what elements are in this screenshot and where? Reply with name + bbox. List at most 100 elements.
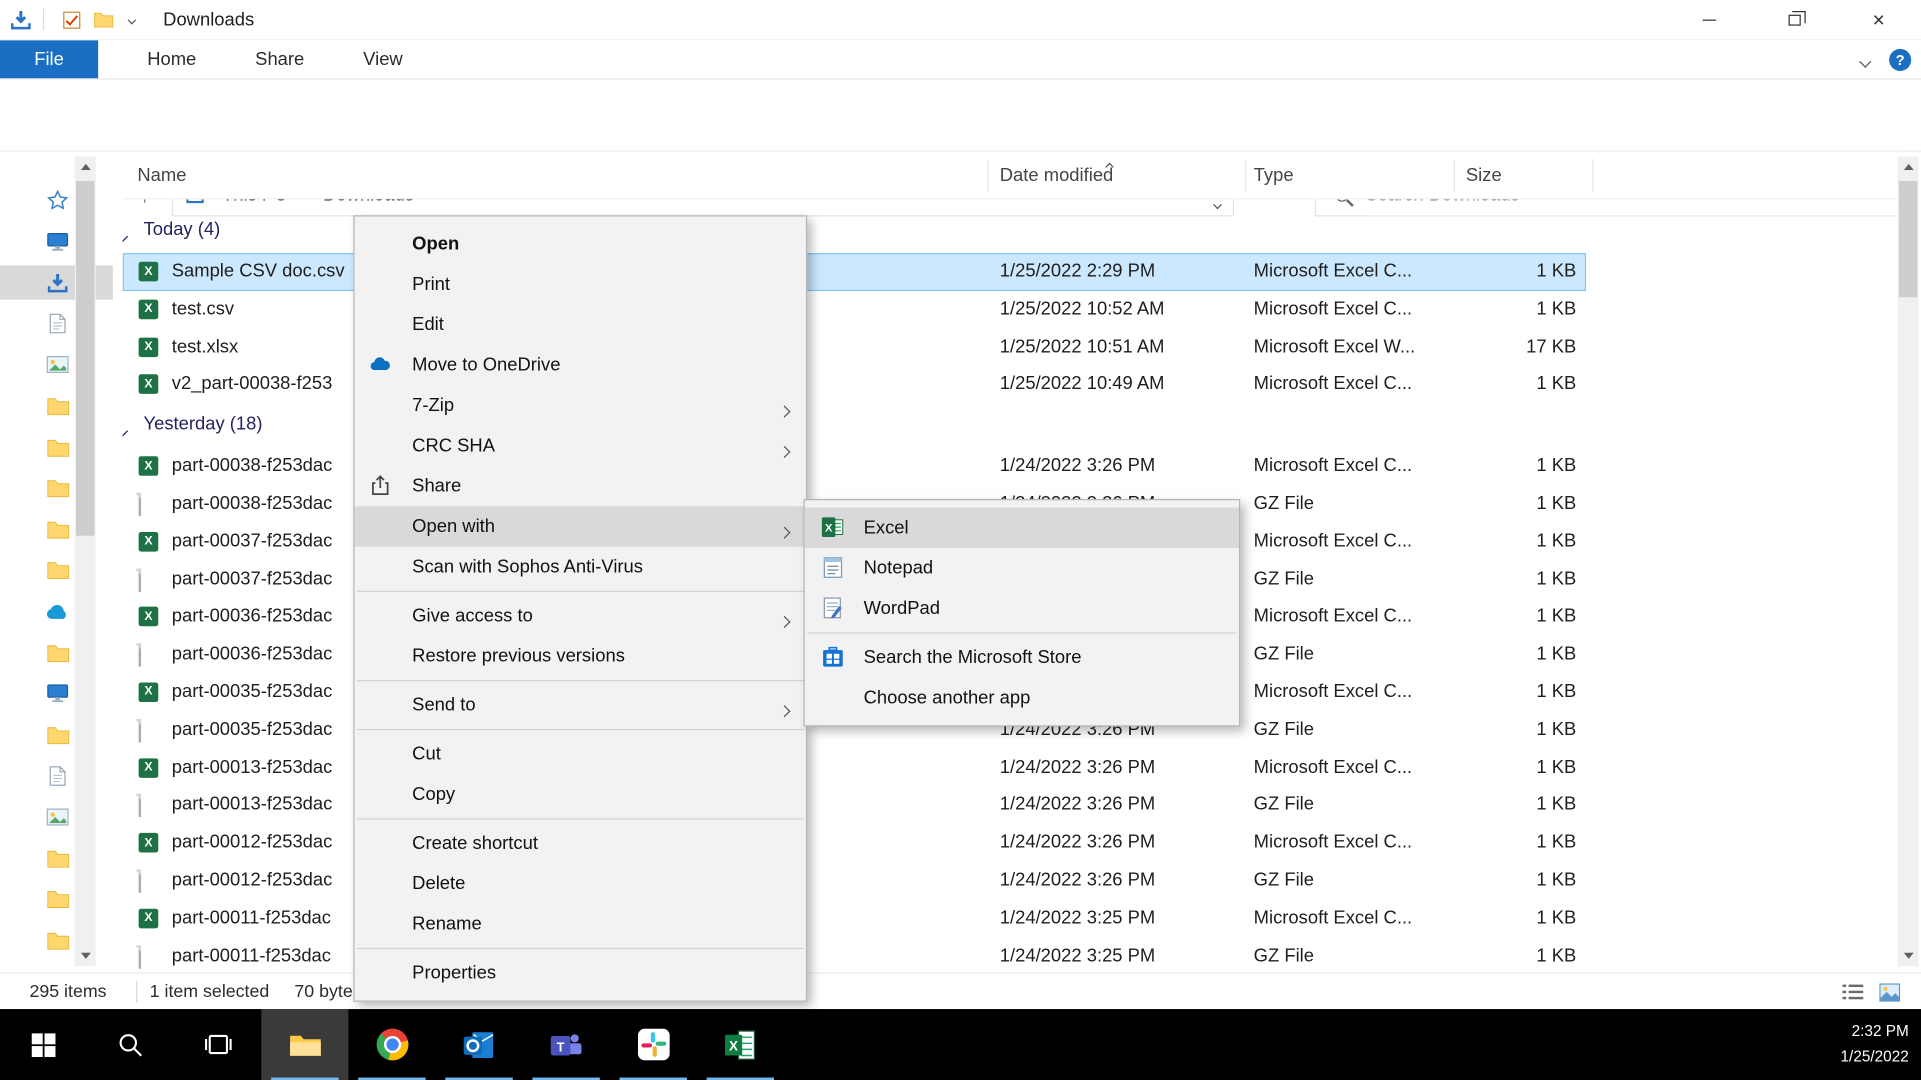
file-list-scrollbar[interactable] (1898, 157, 1919, 967)
navigation-pane-scrollbar[interactable] (75, 157, 96, 967)
column-header-size[interactable]: Size (1466, 165, 1502, 186)
file-row[interactable]: part-00011-f253dac1/24/2022 3:25 PMMicro… (123, 900, 1586, 938)
file-row[interactable]: part-00013-f253dac1/24/2022 3:26 PMGZ Fi… (123, 787, 1586, 825)
taskbar-start-button[interactable] (0, 1009, 87, 1080)
sidebar-item-downloads[interactable] (0, 266, 113, 300)
file-row[interactable]: part-00012-f253dac1/24/2022 3:26 PMMicro… (123, 825, 1586, 863)
column-divider[interactable] (987, 159, 988, 192)
menu-item-share[interactable]: Share (355, 466, 806, 506)
scrollbar-thumb[interactable] (1899, 181, 1917, 297)
group-header[interactable]: Yesterday (18) (123, 404, 1586, 448)
menu-item-edit[interactable]: Edit (355, 305, 806, 345)
column-divider[interactable] (1245, 159, 1246, 192)
taskbar-chrome-button[interactable] (348, 1009, 435, 1080)
sidebar-item-picture[interactable] (0, 800, 113, 834)
sidebar-item-star[interactable] (0, 183, 113, 217)
sidebar-item-cloud[interactable] (0, 594, 113, 628)
sidebar-item-document[interactable] (0, 759, 113, 793)
taskbar-slack-button[interactable] (610, 1009, 697, 1080)
menu-item-open[interactable]: Open (355, 224, 806, 264)
help-icon[interactable]: ? (1889, 49, 1911, 71)
sidebar-item-folder[interactable] (0, 471, 113, 505)
sidebar-item-folder[interactable] (0, 636, 113, 670)
ribbon-tab-bar: File Home Share View ? (0, 40, 1921, 79)
qat-new-folder-icon[interactable] (87, 4, 119, 36)
taskbar-clock[interactable]: 2:32 PM 1/25/2022 (1841, 1019, 1909, 1069)
group-header[interactable]: Today (4) (123, 209, 1586, 253)
menu-item-search-the-microsoft-store[interactable]: Search the Microsoft Store (805, 637, 1239, 677)
scrollbar-thumb[interactable] (76, 181, 94, 536)
menu-item-give-access-to[interactable]: Give access to (355, 596, 806, 636)
menu-item-properties[interactable]: Properties (355, 953, 806, 993)
tab-view[interactable]: View (334, 40, 432, 78)
column-header-name[interactable]: Name (137, 165, 186, 186)
sidebar-item-folder[interactable] (0, 841, 113, 875)
column-divider[interactable] (1454, 159, 1455, 192)
close-button[interactable]: × (1836, 0, 1921, 40)
file-row[interactable]: Sample CSV doc.csv1/25/2022 2:29 PMMicro… (123, 253, 1586, 291)
sidebar-item-monitor[interactable] (0, 225, 113, 259)
taskbar-file-explorer-button[interactable] (261, 1009, 348, 1080)
menu-item-open-with[interactable]: Open with (355, 506, 806, 546)
file-row[interactable]: part-00038-f253dac1/24/2022 3:26 PMMicro… (123, 448, 1586, 486)
maximize-button[interactable] (1752, 0, 1837, 40)
scroll-up-icon[interactable] (75, 157, 96, 178)
taskbar-search-button[interactable] (87, 1009, 174, 1080)
menu-item-create-shortcut[interactable]: Create shortcut (355, 823, 806, 863)
file-explorer-icon (286, 1029, 323, 1060)
taskbar-excel-button[interactable]: X (697, 1009, 784, 1080)
file-row[interactable]: part-00013-f253dac1/24/2022 3:26 PMMicro… (123, 749, 1586, 787)
taskbar-task-view-button[interactable] (174, 1009, 261, 1080)
taskbar-teams-button[interactable]: T (523, 1009, 610, 1080)
file-row[interactable]: test.csv1/25/2022 10:52 AMMicrosoft Exce… (123, 291, 1586, 329)
minimize-button[interactable] (1667, 0, 1752, 40)
column-header-date-modified[interactable]: Date modified (1000, 165, 1114, 186)
sidebar-item-document[interactable] (0, 307, 113, 341)
tab-home[interactable]: Home (118, 40, 226, 78)
file-row[interactable]: test.xlsx1/25/2022 10:51 AMMicrosoft Exc… (123, 329, 1586, 367)
menu-item-print[interactable]: Print (355, 264, 806, 304)
sidebar-item-monitor[interactable] (0, 677, 113, 711)
qat-dropdown-chevron-icon[interactable] (119, 17, 144, 23)
chevron-down-icon[interactable] (123, 420, 127, 441)
column-divider[interactable] (1592, 159, 1593, 192)
menu-item-copy[interactable]: Copy (355, 774, 806, 814)
tab-share[interactable]: Share (226, 40, 334, 78)
taskbar-outlook-button[interactable] (435, 1009, 522, 1080)
file-row[interactable]: part-00012-f253dac1/24/2022 3:26 PMGZ Fi… (123, 862, 1586, 900)
sidebar-item-folder[interactable] (0, 718, 113, 752)
details-view-button[interactable] (1840, 980, 1865, 1004)
clock-time: 2:32 PM (1841, 1019, 1909, 1044)
sidebar-item-folder[interactable] (0, 389, 113, 423)
sidebar-item-folder[interactable] (0, 923, 113, 957)
menu-item-crc-sha[interactable]: CRC SHA (355, 426, 806, 466)
sidebar-item-folder[interactable] (0, 512, 113, 546)
scroll-up-icon[interactable] (1898, 157, 1919, 178)
chevron-down-icon[interactable] (123, 225, 127, 246)
menu-item-notepad[interactable]: Notepad (805, 548, 1239, 588)
sidebar-item-picture[interactable] (0, 348, 113, 382)
sidebar-item-folder[interactable] (0, 553, 113, 587)
column-header-type[interactable]: Type (1254, 165, 1294, 186)
file-row[interactable]: part-00011-f253dac1/24/2022 3:25 PMGZ Fi… (123, 938, 1586, 973)
menu-item-7-zip[interactable]: 7-Zip (355, 385, 806, 425)
menu-item-choose-another-app[interactable]: Choose another app (805, 678, 1239, 718)
file-row[interactable]: v2_part-00038-f2531/25/2022 10:49 AMMicr… (123, 366, 1586, 404)
scroll-down-icon[interactable] (75, 945, 96, 966)
collapse-ribbon-chevron-icon[interactable] (1861, 50, 1870, 71)
menu-item-rename[interactable]: Rename (355, 904, 806, 944)
menu-item-wordpad[interactable]: WordPad (805, 588, 1239, 628)
menu-item-scan-with-sophos-anti-virus[interactable]: Scan with Sophos Anti-Virus (355, 547, 806, 587)
menu-item-cut[interactable]: Cut (355, 734, 806, 774)
menu-item-delete[interactable]: Delete (355, 864, 806, 904)
menu-item-send-to[interactable]: Send to (355, 685, 806, 725)
large-icons-view-button[interactable] (1877, 980, 1902, 1004)
menu-item-restore-previous-versions[interactable]: Restore previous versions (355, 636, 806, 676)
qat-properties-icon[interactable] (55, 4, 87, 36)
menu-item-move-to-onedrive[interactable]: Move to OneDrive (355, 345, 806, 385)
tab-file[interactable]: File (0, 40, 98, 78)
sidebar-item-folder[interactable] (0, 430, 113, 464)
menu-item-excel[interactable]: XExcel (805, 508, 1239, 548)
sidebar-item-folder[interactable] (0, 882, 113, 916)
scroll-down-icon[interactable] (1898, 945, 1919, 966)
